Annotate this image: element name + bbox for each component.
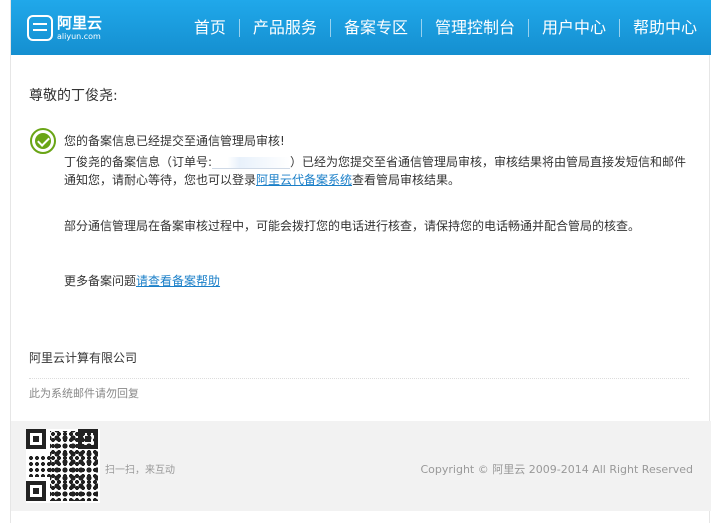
greeting: 尊敬的丁俊尧: [29,88,118,104]
nav-console[interactable]: 管理控制台 [435,18,515,38]
nav-help-center[interactable]: 帮助中心 [633,18,697,38]
submitted-notice: 您的备案信息已经提交至通信管理局审核! [64,134,285,148]
nav-icp-filing[interactable]: 备案专区 [344,18,408,38]
header-bar: 阿里云 aliyun.com 首页 产品服务 备案专区 管理控制台 用户中心 帮… [11,0,711,55]
nav-home[interactable]: 首页 [194,18,226,38]
check-circle-icon [30,128,56,154]
copyright-notice: Copyright © 阿里云 2009-2014 All Right Rese… [420,463,694,476]
top-nav: 首页 产品服务 备案专区 管理控制台 用户中心 帮助中心 [194,0,697,55]
para1-text-a: 丁俊尧的备案信息（订单号: [64,155,213,169]
filing-system-link[interactable]: 阿里云代备案系统 [256,173,352,187]
nav-divider [420,18,422,37]
filing-help-link[interactable]: 请查看备案帮助 [136,274,220,288]
nav-divider [238,18,240,37]
scan-prompt: 扫一扫，来互动 [105,465,175,476]
para3-text: 更多备案问题 [64,274,137,288]
order-number-redacted [212,156,291,169]
aliyun-logo-icon [27,15,53,41]
email-frame: 阿里云 aliyun.com 首页 产品服务 备案专区 管理控制台 用户中心 帮… [10,0,711,523]
qr-code-icon [26,429,100,503]
nav-divider [618,18,620,37]
nav-divider [527,18,529,37]
nav-user-center[interactable]: 用户中心 [542,18,606,38]
filing-status-paragraph: 丁俊尧的备案信息（订单号: ）已经为您提交至省通信管理局审核，审核结果将由管局直接… [64,153,694,189]
company-signature: 阿里云计算有限公司 [29,351,138,365]
footer: 扫一扫，来互动 Copyright © 阿里云 2009-2014 All Ri… [11,421,711,511]
aliyun-logo[interactable]: 阿里云 aliyun.com [27,15,107,43]
signature-divider [29,378,689,379]
para1-text-c: 查看管局审核结果。 [352,173,461,187]
phone-verification-notice: 部分通信管理局在备案审核过程中，可能会拨打您的电话进行核查，请保持您的电话畅通并… [64,219,641,233]
logo-domain: aliyun.com [57,32,101,41]
logo-name: 阿里云 [57,14,103,32]
nav-products[interactable]: 产品服务 [253,18,317,38]
more-questions-line: 更多备案问题请查看备案帮助 [64,272,220,289]
no-reply-notice: 此为系统邮件请勿回复 [29,387,139,400]
nav-divider [329,18,331,37]
